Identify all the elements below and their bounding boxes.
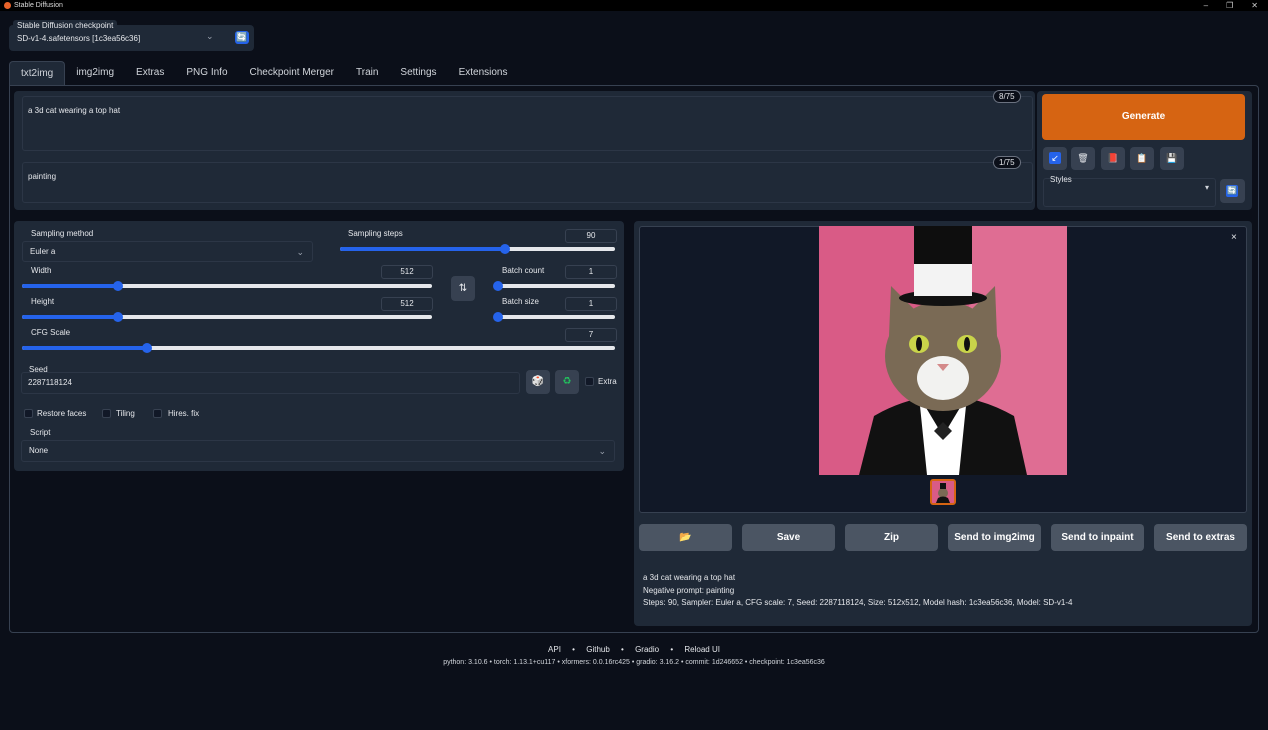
footer-links: API • Github • Gradio • Reload UI (548, 645, 720, 654)
read-params-icon[interactable]: ↙ (1043, 147, 1067, 170)
chevron-down-icon: ⌄ (598, 446, 606, 456)
styles-refresh-button[interactable]: 🔄 (1220, 179, 1245, 203)
close-window-icon[interactable]: ✕ (1251, 1, 1258, 10)
generated-image[interactable] (819, 226, 1067, 475)
width-input[interactable]: 512 (381, 265, 433, 279)
footer-versions: python: 3.10.6 • torch: 1.13.1+cu117 • x… (443, 659, 825, 666)
extra-networks-icon[interactable]: 📕 (1101, 147, 1125, 170)
styles-label: Styles (1050, 175, 1072, 184)
extra-seed-checkbox[interactable] (585, 377, 594, 386)
batch-size-slider[interactable] (493, 312, 615, 322)
open-folder-button[interactable]: 📂 (639, 524, 732, 551)
width-slider[interactable] (22, 281, 432, 291)
slider-thumb[interactable] (493, 312, 503, 322)
script-dropdown[interactable]: None ⌄ (21, 440, 615, 462)
tab-settings[interactable]: Settings (389, 61, 447, 85)
github-link[interactable]: Github (586, 645, 610, 654)
negative-prompt-input[interactable]: painting (22, 162, 1033, 203)
hires-fix-checkbox[interactable] (153, 409, 162, 418)
height-slider[interactable] (22, 312, 432, 322)
reload-ui-link[interactable]: Reload UI (684, 645, 720, 654)
close-gallery-icon[interactable]: × (1231, 232, 1237, 243)
checkpoint-value: SD-v1-4.safetensors [1c3ea56c36] (17, 34, 141, 43)
reuse-seed-recycle-icon[interactable]: ♻ (555, 370, 579, 394)
batch-count-slider[interactable] (493, 281, 615, 291)
generation-info-params: Steps: 90, Sampler: Euler a, CFG scale: … (643, 598, 1073, 607)
width-label: Width (31, 266, 52, 275)
minimize-icon[interactable]: – (1204, 1, 1208, 10)
script-label: Script (30, 428, 51, 437)
apply-style-icon[interactable]: 📋 (1130, 147, 1154, 170)
tiling-label: Tiling (116, 409, 135, 418)
tab-extensions[interactable]: Extensions (448, 61, 519, 85)
api-link[interactable]: API (548, 645, 561, 654)
tab-checkpoint-merger[interactable]: Checkpoint Merger (239, 61, 345, 85)
cfg-scale-input[interactable]: 7 (565, 328, 617, 342)
main-tabs: txt2img img2img Extras PNG Info Checkpoi… (9, 61, 518, 85)
window-titlebar: Stable Diffusion – ❐ ✕ (0, 0, 1268, 11)
restore-faces-checkbox[interactable] (24, 409, 33, 418)
hires-fix-label: Hires. fix (168, 409, 200, 418)
send-to-inpaint-button[interactable]: Send to inpaint (1051, 524, 1144, 551)
refresh-icon: 🔄 (1226, 185, 1238, 197)
generate-button[interactable]: Generate (1042, 94, 1245, 140)
trash-icon[interactable]: 🗑 (1071, 147, 1095, 170)
negative-prompt-token-counter: 1/75 (993, 156, 1021, 169)
slider-thumb[interactable] (493, 281, 503, 291)
zip-button[interactable]: Zip (845, 524, 938, 551)
script-value: None (29, 446, 49, 455)
height-input[interactable]: 512 (381, 297, 433, 311)
save-style-icon[interactable]: 💾 (1160, 147, 1184, 170)
tab-extras[interactable]: Extras (125, 61, 175, 85)
swap-dimensions-button[interactable]: ⇅ (451, 276, 475, 301)
window-title: Stable Diffusion (14, 2, 63, 9)
restore-faces-label: Restore faces (37, 409, 87, 418)
save-button[interactable]: Save (742, 524, 835, 551)
tab-txt2img[interactable]: txt2img (9, 61, 66, 85)
extra-seed-label: Extra (598, 377, 617, 386)
tiling-checkbox[interactable] (102, 409, 111, 418)
chevron-down-icon: ▾ (1204, 183, 1209, 192)
send-to-img2img-button[interactable]: Send to img2img (948, 524, 1041, 551)
chevron-down-icon: ⌄ (296, 247, 304, 257)
folder-icon: 📂 (679, 532, 692, 543)
batch-size-input[interactable]: 1 (565, 297, 617, 311)
slider-thumb[interactable] (500, 244, 510, 254)
app-logo-icon (4, 2, 11, 9)
prompt-input[interactable]: a 3d cat wearing a top hat (22, 96, 1033, 151)
slider-thumb[interactable] (112, 281, 123, 291)
batch-size-label: Batch size (502, 297, 539, 306)
batch-count-label: Batch count (502, 266, 545, 275)
send-to-extras-button[interactable]: Send to extras (1154, 524, 1247, 551)
generation-info-negative: Negative prompt: painting (643, 586, 735, 595)
gallery-thumbnail[interactable] (930, 479, 956, 505)
generation-info-prompt: a 3d cat wearing a top hat (643, 573, 736, 582)
sampling-method-dropdown[interactable]: Euler a ⌄ (22, 241, 313, 262)
tab-img2img[interactable]: img2img (65, 61, 125, 85)
batch-count-input[interactable]: 1 (565, 265, 617, 279)
tab-png-info[interactable]: PNG Info (175, 61, 238, 85)
slider-thumb[interactable] (112, 312, 123, 322)
maximize-icon[interactable]: ❐ (1226, 1, 1233, 10)
chevron-down-icon: ⌄ (206, 31, 214, 41)
refresh-checkpoint-icon[interactable]: 🔄 (235, 31, 249, 44)
seed-input[interactable]: 2287118124 (21, 372, 520, 394)
checkpoint-label: Stable Diffusion checkpoint (13, 20, 118, 31)
tab-train[interactable]: Train (345, 61, 389, 85)
sampling-steps-slider[interactable] (340, 244, 615, 254)
sampling-steps-input[interactable]: 90 (565, 229, 617, 243)
sampling-steps-label: Sampling steps (348, 229, 403, 238)
cfg-scale-slider[interactable] (22, 343, 615, 353)
random-seed-dice-icon[interactable]: 🎲 (526, 370, 550, 394)
sampling-method-value: Euler a (30, 247, 56, 256)
gradio-link[interactable]: Gradio (635, 645, 659, 654)
sampling-method-label: Sampling method (31, 229, 94, 238)
slider-thumb[interactable] (141, 343, 152, 353)
cfg-scale-label: CFG Scale (31, 328, 71, 337)
height-label: Height (31, 297, 55, 306)
prompt-token-counter: 8/75 (993, 90, 1021, 103)
